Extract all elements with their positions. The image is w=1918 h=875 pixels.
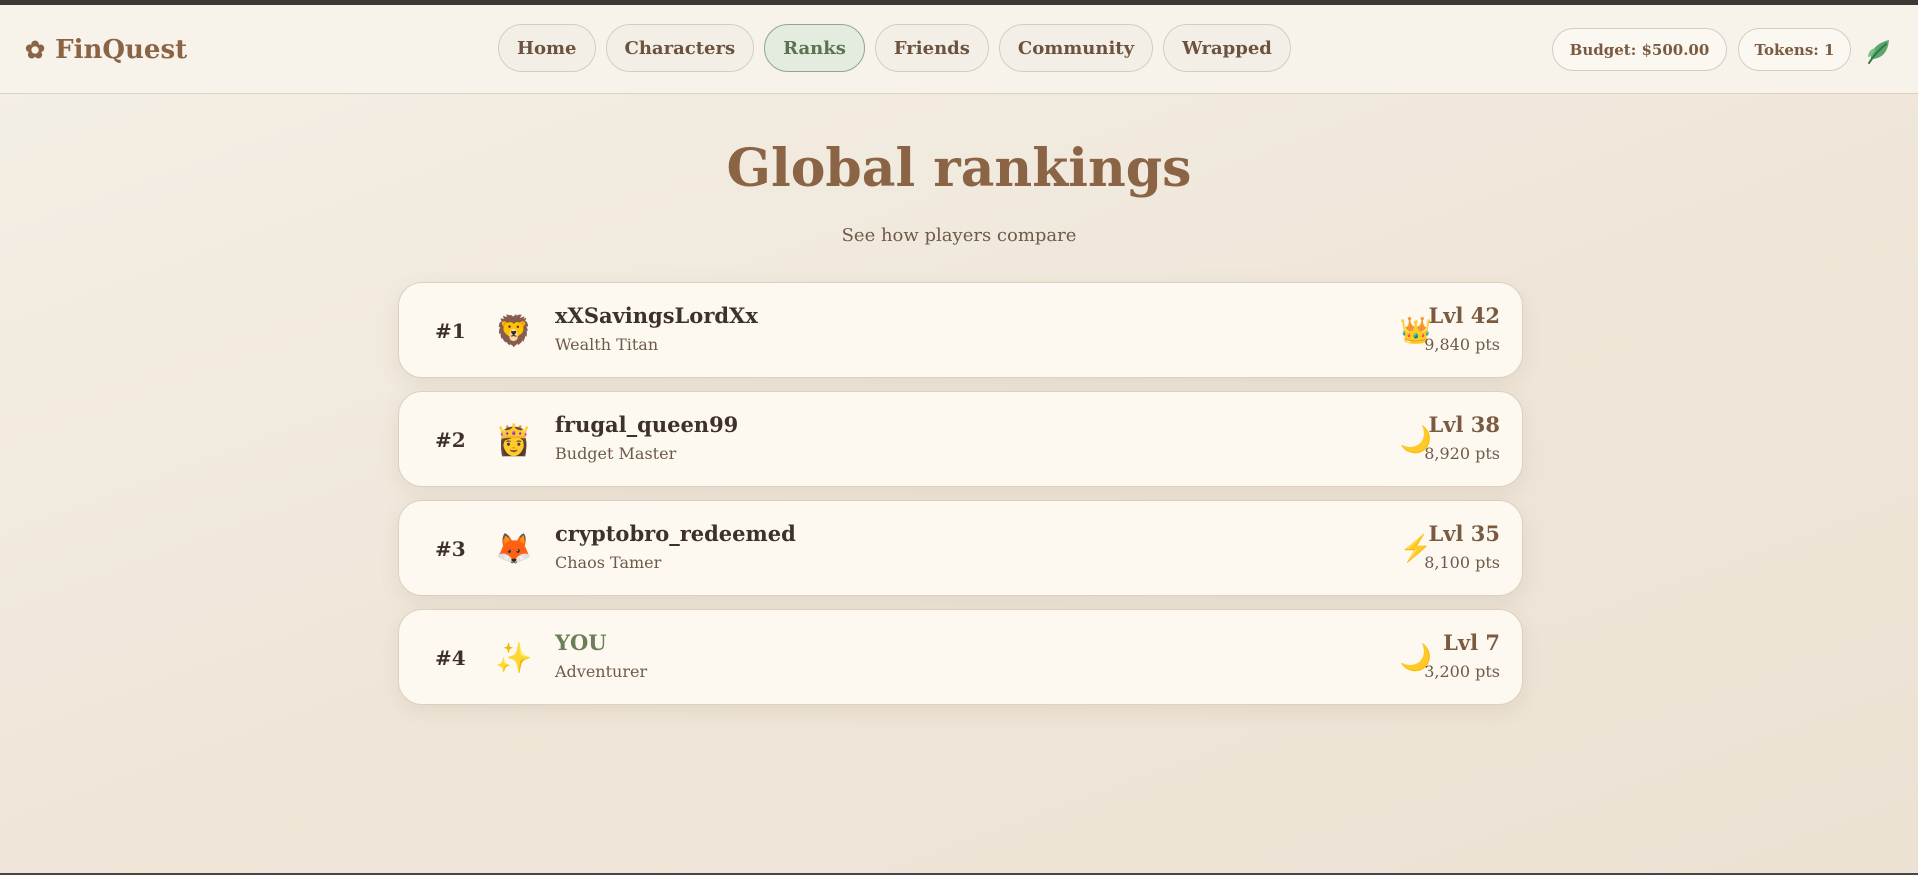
budget-badge[interactable]: Budget: $500.00	[1552, 28, 1727, 71]
rank-number: #1	[435, 319, 466, 343]
princess-avatar-icon: 👸	[495, 422, 533, 458]
page-title: Global rankings	[726, 138, 1192, 199]
flower-icon: ✿	[25, 35, 46, 64]
player-points: 8,920 pts	[1424, 444, 1500, 463]
player-level: Lvl 42	[1428, 303, 1500, 328]
player-name: cryptobro_redeemed	[555, 521, 796, 546]
tokens-badge[interactable]: Tokens: 1	[1738, 28, 1851, 71]
ranking-row-you[interactable]: #4 ✨ YOU Adventurer 🌙 Lvl 7 3,200 pts	[398, 609, 1523, 705]
ranking-row[interactable]: #3 🦊 cryptobro_redeemed Chaos Tamer ⚡ Lv…	[398, 500, 1523, 596]
nav-wrapped[interactable]: Wrapped	[1163, 24, 1291, 72]
nav-home[interactable]: Home	[498, 24, 596, 72]
ranking-row[interactable]: #1 🦁 xXSavingsLordXx Wealth Titan 👑 Lvl …	[398, 282, 1523, 378]
rank-number: #3	[435, 537, 466, 561]
nav-ranks[interactable]: Ranks	[764, 24, 865, 72]
player-title: Chaos Tamer	[555, 553, 662, 572]
player-name: xXSavingsLordXx	[555, 303, 758, 328]
sparkles-avatar-icon: ✨	[495, 640, 533, 676]
app-name: FinQuest	[55, 34, 188, 65]
top-nav-bar: ✿ FinQuest Home Characters Ranks Friends…	[0, 5, 1918, 94]
leaf-icon[interactable]	[1866, 37, 1892, 65]
player-name: frugal_queen99	[555, 412, 739, 437]
player-points: 8,100 pts	[1424, 553, 1500, 572]
player-name: YOU	[555, 630, 607, 655]
nav-community[interactable]: Community	[998, 24, 1154, 72]
player-level: Lvl 38	[1428, 412, 1500, 437]
app-logo[interactable]: ✿ FinQuest	[25, 5, 187, 94]
main-nav: Home Characters Ranks Friends Community …	[498, 24, 1291, 72]
player-points: 3,200 pts	[1424, 662, 1500, 681]
rank-number: #4	[435, 646, 466, 670]
page-subtitle: See how players compare	[841, 225, 1077, 246]
player-points: 9,840 pts	[1424, 335, 1500, 354]
fox-avatar-icon: 🦊	[495, 531, 533, 567]
nav-characters[interactable]: Characters	[605, 24, 755, 72]
ranking-row[interactable]: #2 👸 frugal_queen99 Budget Master 🌙 Lvl …	[398, 391, 1523, 487]
player-title: Budget Master	[555, 444, 677, 463]
nav-friends[interactable]: Friends	[874, 24, 989, 72]
player-level: Lvl 35	[1428, 521, 1500, 546]
player-level: Lvl 7	[1443, 630, 1500, 655]
rank-number: #2	[435, 428, 466, 452]
player-title: Adventurer	[555, 662, 648, 681]
lion-avatar-icon: 🦁	[495, 313, 533, 349]
player-title: Wealth Titan	[555, 335, 659, 354]
